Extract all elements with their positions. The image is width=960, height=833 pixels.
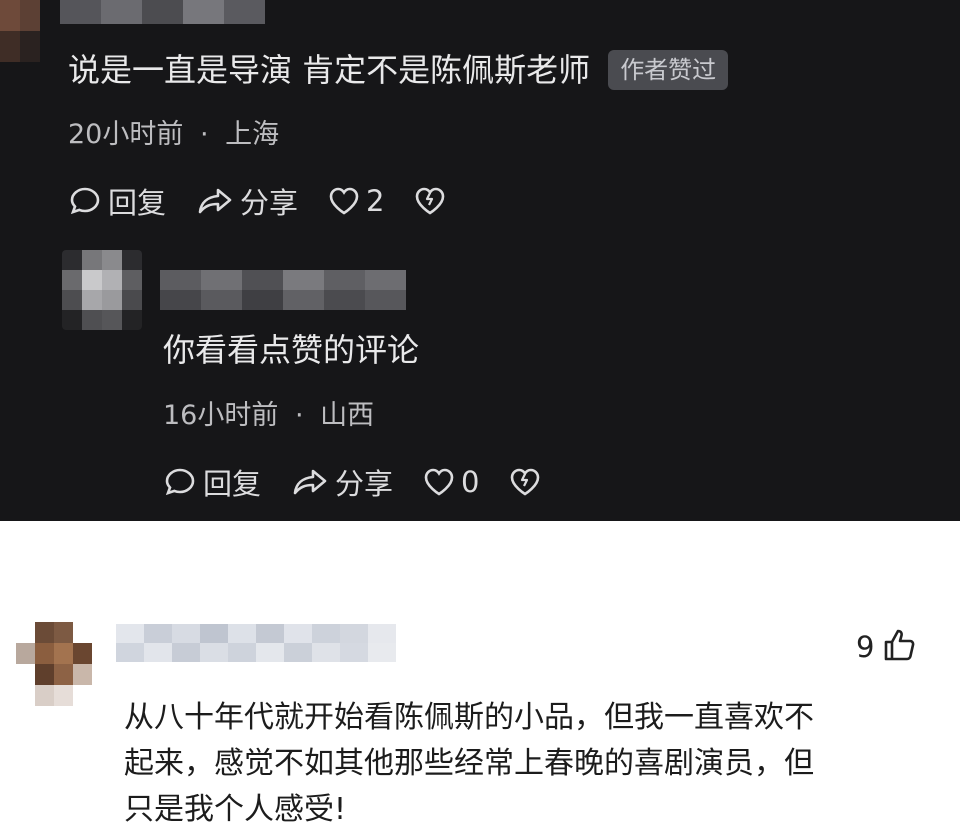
reply-text: 你看看点赞的评论 [163,331,420,369]
comment-time: 20小时前 [68,119,184,150]
comment-line: 起来，感觉不如其他那些经常上春晚的喜剧演员，但 [124,746,814,781]
like-button[interactable]: 2 [328,184,384,218]
share-button[interactable]: 分享 [291,461,393,503]
reply-actions: 回复 分享 0 [163,461,541,503]
comment-body: 从八十年代就开始看陈佩斯的小品，但我一直喜欢不 起来，感觉不如其他那些经常上春晚… [124,695,814,833]
comment-location: 上海 [225,119,280,150]
like-button[interactable]: 0 [423,465,479,499]
comment-text: 说是一直是导演 肯定不是陈佩斯老师 [68,51,591,89]
like-count: 2 [366,184,385,218]
reply-label: 回复 [108,186,167,220]
separator-dot: · [199,119,209,150]
reply-label: 回复 [203,467,262,501]
like-count: 0 [461,465,480,499]
reply-username-blurred[interactable] [160,270,406,310]
heart-icon [423,467,455,497]
comment-bubble-icon [163,465,197,499]
comment-line: 只是我个人感受! [124,792,347,827]
like-button[interactable]: 9 [856,627,918,667]
author-liked-badge: 作者赞过 [608,50,729,90]
reply-meta: 16小时前 · 山西 [163,393,374,432]
like-count: 9 [856,630,875,664]
share-label: 分享 [240,186,299,220]
thumbs-up-icon [882,627,918,667]
broken-heart-icon [414,186,446,216]
dislike-button[interactable] [509,467,541,497]
reply-button[interactable]: 回复 [68,180,166,222]
reply-avatar[interactable] [62,250,142,330]
username-blurred[interactable] [116,624,396,662]
share-arrow-icon [291,465,329,499]
heart-icon [328,186,360,216]
comment-meta: 20小时前 · 上海 [68,112,279,151]
separator-dot: · [294,400,304,431]
comment-bubble-icon [68,184,102,218]
comment-actions: 回复 分享 2 [68,180,446,222]
dislike-button[interactable] [414,186,446,216]
broken-heart-icon [509,467,541,497]
reply-button[interactable]: 回复 [163,461,261,503]
share-arrow-icon [196,184,234,218]
reply-time: 16小时前 [163,400,279,431]
share-button[interactable]: 分享 [196,180,298,222]
avatar[interactable] [16,622,92,706]
dark-comment-panel: 说是一直是导演 肯定不是陈佩斯老师 作者赞过 20小时前 · 上海 回复 分享 … [0,0,960,521]
share-label: 分享 [335,467,394,501]
username-blurred[interactable] [60,0,265,24]
reply-location: 山西 [320,400,375,431]
comment-line: 从八十年代就开始看陈佩斯的小品，但我一直喜欢不 [124,700,814,735]
light-comment-panel: 9 从八十年代就开始看陈佩斯的小品，但我一直喜欢不 起来，感觉不如其他那些经常上… [0,521,960,827]
avatar[interactable] [0,0,40,62]
